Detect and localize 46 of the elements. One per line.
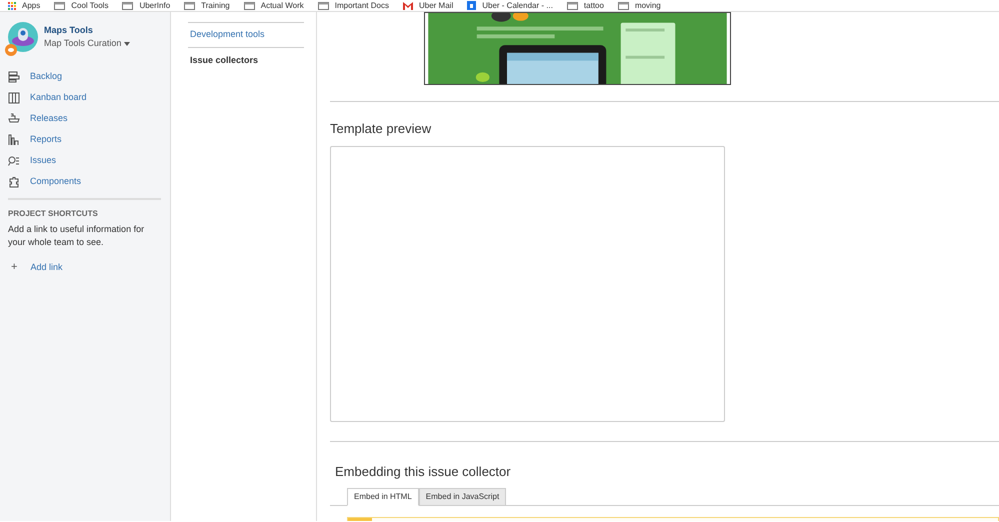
sidebar-link[interactable]: Kanban board [8,87,87,108]
bar-chart-icon [8,134,20,146]
settings-nav-link[interactable]: Development tools [188,23,304,48]
bookmark[interactable]: moving [618,0,661,10]
tab[interactable]: Embed in HTML [347,488,419,506]
sidebar-link[interactable]: Issues [8,150,56,171]
bookmark[interactable]: Uber Mail [402,0,454,10]
bookmark[interactable]: tattoo [566,0,604,10]
folder-icon [54,2,66,10]
bookmark[interactable]: Uber - Calendar - ... [467,0,553,10]
folder-icon [184,2,196,10]
shortcuts-heading: PROJECT SHORTCUTS [8,208,99,220]
bookmark[interactable]: Training [184,0,230,10]
bookmark[interactable]: Cool Tools [54,0,108,10]
bookmark[interactable]: Important Docs [318,0,389,10]
bookmark[interactable]: Apps [8,0,40,10]
folder-icon [244,2,255,10]
section-heading: Template preview [330,120,432,138]
folder-icon [566,2,578,10]
columns-icon [8,92,20,104]
search-list-icon [8,154,20,166]
project-name[interactable]: Maps Tools [44,24,130,37]
tab[interactable]: Embed in JavaScript [418,488,506,506]
ship-icon [8,112,20,124]
calendar-icon [467,1,476,10]
folder-icon [122,2,134,10]
settings-nav-link[interactable]: Issue collectors [188,48,304,73]
sidebar-link[interactable]: Components [8,171,82,192]
puzzle-icon [8,176,20,188]
sidebar-link[interactable]: Reports [8,129,62,150]
bookmark[interactable]: UberInfo [122,0,170,10]
mail-icon [402,2,413,10]
project-avatar-icon [8,22,38,52]
add-link[interactable]: + Add link [8,259,62,276]
caret-icon [124,42,130,46]
bookmark[interactable]: Actual Work [244,0,304,10]
folder-icon [618,2,629,10]
backlog-icon [8,70,20,82]
folder-icon [318,2,329,10]
shortcuts-description: Add a link to useful information for your whole team to see. [8,223,146,249]
eye-badge-icon [5,44,17,56]
sidebar-link[interactable]: Releases [8,108,68,129]
apps-grid-icon [8,2,16,10]
section-heading: Embedding this issue collector [335,462,512,481]
board-switcher[interactable]: Map Tools Curation [44,37,130,50]
sidebar-link[interactable]: Backlog [8,66,62,87]
